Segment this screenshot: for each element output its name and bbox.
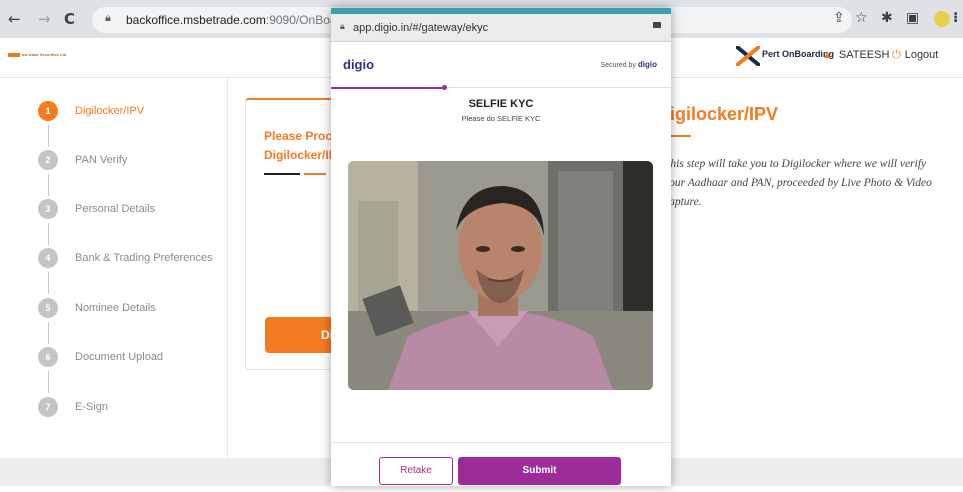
digio-popup-window: 🔒︎ app.digio.in/#/gateway/ekyc digio Sec… bbox=[331, 8, 671, 486]
user-icon: ▲ bbox=[822, 49, 833, 61]
user-name: SATEESH bbox=[838, 49, 890, 61]
logout-link[interactable]: ⏻ Logout bbox=[892, 49, 938, 62]
step-label: Nominee Details bbox=[75, 302, 156, 314]
step-connector bbox=[48, 272, 49, 294]
step-label: PAN Verify bbox=[75, 154, 128, 166]
company-logo: ms trade Securities Ltd bbox=[8, 52, 66, 57]
step-connector bbox=[48, 371, 49, 393]
step-number: 4 bbox=[38, 248, 58, 268]
step-label: Digilocker/IPV bbox=[75, 105, 145, 117]
step-number: 7 bbox=[38, 397, 58, 417]
user-menu[interactable]: ▲ SATEESH bbox=[822, 49, 889, 61]
step-connector bbox=[48, 174, 49, 196]
retake-button[interactable]: Retake bbox=[379, 457, 453, 485]
divider bbox=[264, 173, 300, 175]
step-label: Document Upload bbox=[75, 351, 164, 363]
step-label: Personal Details bbox=[75, 203, 156, 215]
lock-icon: 🔒︎ bbox=[105, 12, 111, 24]
popup-url: app.digio.in/#/gateway/ekyc bbox=[353, 22, 489, 34]
digilocker-button[interactable]: Digilocker bbox=[265, 317, 340, 353]
step-label: Bank & Trading Preferences bbox=[75, 252, 213, 264]
pert-logo-icon bbox=[736, 46, 760, 66]
step-number: 5 bbox=[38, 298, 58, 318]
step-connector bbox=[48, 322, 49, 344]
secured-by-label: Secured by digio bbox=[600, 60, 657, 69]
extensions-icon[interactable]: ✱ bbox=[881, 10, 893, 26]
logout-label: Logout bbox=[904, 49, 939, 61]
back-arrow-icon[interactable]: ← bbox=[8, 10, 21, 28]
section-description: This step will take you to Digilocker wh… bbox=[664, 158, 932, 208]
menu-kebab-icon[interactable]: ⁝ bbox=[953, 10, 958, 26]
step-label: E-Sign bbox=[75, 401, 109, 413]
popup-footer: Retake Submit bbox=[331, 442, 671, 492]
sidepanel-icon[interactable]: ▣ bbox=[906, 10, 919, 26]
step-number: 6 bbox=[38, 347, 58, 367]
camera-icon[interactable] bbox=[653, 22, 661, 28]
selfie-kyc-title: SELFIE KYC bbox=[468, 98, 534, 110]
bookmark-star-icon[interactable]: ☆ bbox=[855, 10, 868, 26]
step-connector bbox=[48, 223, 49, 245]
selfie-kyc-subtitle: Please do SELFIE KYC bbox=[461, 114, 541, 123]
onboarding-steps: 1 Digilocker/IPV 2 PAN Verify 3 Personal… bbox=[0, 78, 228, 458]
url-host: backoffice.msbetrade.com bbox=[126, 13, 266, 27]
popup-address-bar: 🔒︎ app.digio.in/#/gateway/ekyc bbox=[331, 14, 671, 42]
progress-bar bbox=[331, 87, 445, 89]
forward-arrow-icon[interactable]: → bbox=[38, 10, 51, 28]
divider-accent bbox=[304, 173, 326, 175]
step-number: 3 bbox=[38, 199, 58, 219]
popup-header: digio Secured by digio bbox=[331, 43, 671, 88]
step-number: 1 bbox=[38, 101, 58, 121]
lock-icon: 🔒︎ bbox=[340, 21, 345, 31]
step-number: 2 bbox=[38, 150, 58, 170]
power-icon: ⏻ bbox=[892, 49, 901, 61]
section-heading: Digilocker/IPV bbox=[657, 104, 779, 124]
reload-icon[interactable]: C bbox=[64, 10, 75, 28]
submit-button[interactable]: Submit bbox=[458, 457, 621, 485]
step-connector bbox=[48, 125, 49, 147]
share-icon[interactable]: ⇪ bbox=[833, 10, 845, 26]
profile-avatar-icon[interactable] bbox=[934, 11, 950, 27]
digio-logo: digio bbox=[343, 57, 375, 72]
card-title: Please Proceed with Digilocker/IPV bbox=[264, 129, 341, 162]
progress-marker bbox=[442, 85, 447, 90]
selfie-preview-image bbox=[348, 161, 653, 390]
digilocker-card: Please Proceed with Digilocker/IPV Digil… bbox=[245, 98, 341, 370]
